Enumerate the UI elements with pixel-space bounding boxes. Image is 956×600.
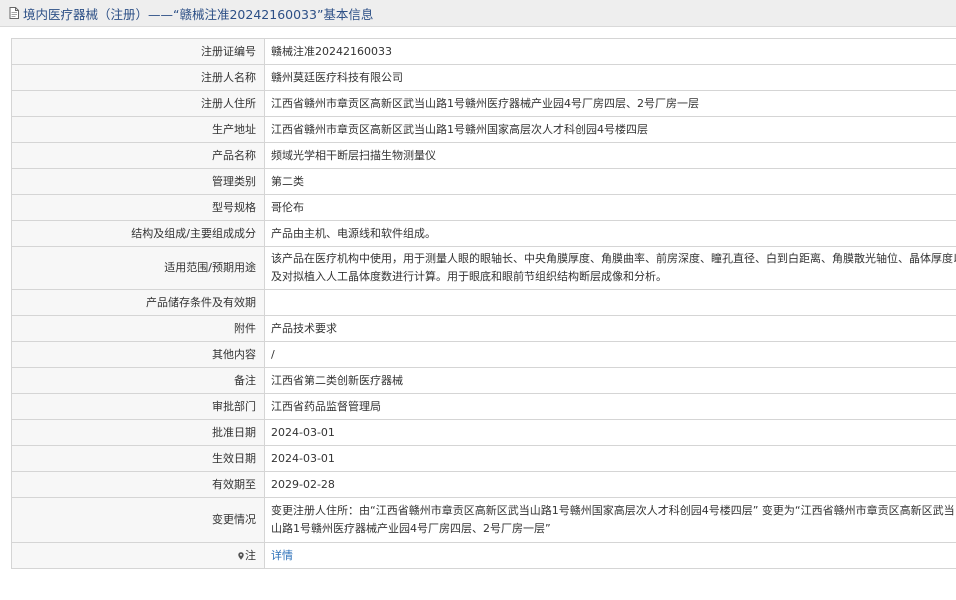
row-label: 产品名称 (11, 142, 265, 169)
row-value: / (264, 341, 956, 368)
row-value: 2029-02-28 (264, 471, 956, 498)
table-row: 批准日期 2024-03-01 (11, 419, 956, 446)
row-value: 2024-03-01 (264, 419, 956, 446)
document-icon (9, 7, 19, 19)
row-label: 管理类别 (11, 168, 265, 195)
note-label: 注 (245, 548, 256, 562)
row-label: 型号规格 (11, 194, 265, 221)
row-value (264, 289, 956, 316)
row-label: 有效期至 (11, 471, 265, 498)
row-value: 江西省赣州市章贡区高新区武当山路1号赣州国家高层次人才科创园4号楼四层 (264, 116, 956, 143)
note-label-cell: 注 (11, 542, 265, 569)
table-row: 其他内容 / (11, 341, 956, 368)
row-value: 赣州莫廷医疗科技有限公司 (264, 64, 956, 91)
note-value: 详情 (264, 542, 956, 569)
row-value: 2024-03-01 (264, 445, 956, 472)
table-row: 适用范围/预期用途 该产品在医疗机构中使用，用于测量人眼的眼轴长、中央角膜厚度、… (11, 246, 956, 290)
page-title: 境内医疗器械（注册）——“赣械注准20242160033”基本信息 (23, 6, 374, 22)
row-value: 哥伦布 (264, 194, 956, 221)
row-label: 其他内容 (11, 341, 265, 368)
row-value: 变更注册人住所：由“江西省赣州市章贡区高新区武当山路1号赣州国家高层次人才科创园… (264, 497, 956, 543)
row-label: 备注 (11, 367, 265, 394)
row-value: 该产品在医疗机构中使用，用于测量人眼的眼轴长、中央角膜厚度、角膜曲率、前房深度、… (264, 246, 956, 290)
row-label: 审批部门 (11, 393, 265, 420)
table-row: 注册人住所 江西省赣州市章贡区高新区武当山路1号赣州医疗器械产业园4号厂房四层、… (11, 90, 956, 117)
page-header: 境内医疗器械（注册）——“赣械注准20242160033”基本信息 (0, 0, 956, 27)
row-label: 注册人名称 (11, 64, 265, 91)
table-row: 生产地址 江西省赣州市章贡区高新区武当山路1号赣州国家高层次人才科创园4号楼四层 (11, 116, 956, 143)
table-row: 注 详情 (11, 542, 956, 569)
detail-table: 注册证编号 赣械注准20242160033 注册人名称 赣州莫廷医疗科技有限公司… (11, 38, 956, 569)
location-pin-icon (238, 551, 244, 560)
row-label: 注册人住所 (11, 90, 265, 117)
table-row: 备注 江西省第二类创新医疗器械 (11, 367, 956, 394)
row-value: 赣械注准20242160033 (264, 38, 956, 65)
table-row: 变更情况 变更注册人住所：由“江西省赣州市章贡区高新区武当山路1号赣州国家高层次… (11, 497, 956, 543)
table-row: 产品名称 频域光学相干断层扫描生物测量仪 (11, 142, 956, 169)
table-row: 注册证编号 赣械注准20242160033 (11, 38, 956, 65)
table-row: 有效期至 2029-02-28 (11, 471, 956, 498)
row-label: 附件 (11, 315, 265, 342)
table-row: 注册人名称 赣州莫廷医疗科技有限公司 (11, 64, 956, 91)
row-label: 结构及组成/主要组成成分 (11, 220, 265, 247)
row-value: 产品技术要求 (264, 315, 956, 342)
row-value: 江西省赣州市章贡区高新区武当山路1号赣州医疗器械产业园4号厂房四层、2号厂房一层 (264, 90, 956, 117)
table-row: 生效日期 2024-03-01 (11, 445, 956, 472)
details-link[interactable]: 详情 (271, 549, 293, 562)
table-row: 附件 产品技术要求 (11, 315, 956, 342)
row-label: 产品储存条件及有效期 (11, 289, 265, 316)
row-label: 变更情况 (11, 497, 265, 543)
table-row: 型号规格 哥伦布 (11, 194, 956, 221)
row-label: 生效日期 (11, 445, 265, 472)
row-value: 江西省药品监督管理局 (264, 393, 956, 420)
table-row: 产品储存条件及有效期 (11, 289, 956, 316)
row-value: 产品由主机、电源线和软件组成。 (264, 220, 956, 247)
row-value: 第二类 (264, 168, 956, 195)
row-label: 注册证编号 (11, 38, 265, 65)
row-value: 江西省第二类创新医疗器械 (264, 367, 956, 394)
table-row: 审批部门 江西省药品监督管理局 (11, 393, 956, 420)
table-row: 结构及组成/主要组成成分 产品由主机、电源线和软件组成。 (11, 220, 956, 247)
row-value: 频域光学相干断层扫描生物测量仪 (264, 142, 956, 169)
row-label: 批准日期 (11, 419, 265, 446)
row-label: 生产地址 (11, 116, 265, 143)
table-row: 管理类别 第二类 (11, 168, 956, 195)
row-label: 适用范围/预期用途 (11, 246, 265, 290)
